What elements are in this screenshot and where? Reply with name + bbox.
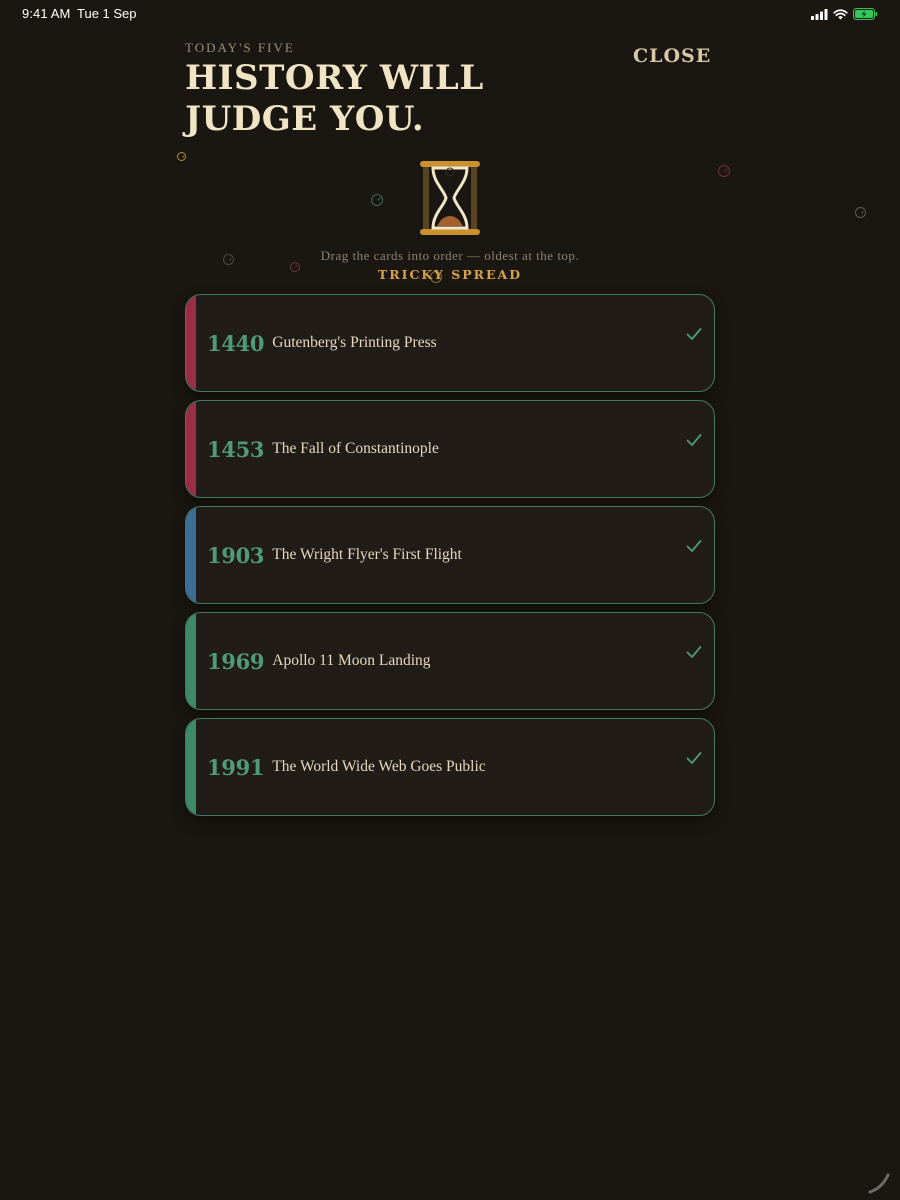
card-stripe — [186, 401, 196, 497]
status-date: Tue 1 Sep — [77, 6, 137, 21]
hourglass-icon — [420, 161, 480, 235]
card-title: The World Wide Web Goes Public — [272, 758, 486, 775]
card-year: 1991 — [207, 754, 265, 780]
check-icon — [686, 434, 702, 446]
status-time: 9:41 AM — [22, 6, 71, 21]
card-year: 1969 — [207, 648, 265, 674]
wifi-icon — [833, 8, 848, 19]
event-card[interactable]: 1453 The Fall of Constantinople — [185, 400, 715, 498]
clock-decoration-icon — [177, 152, 186, 161]
clock-decoration-icon — [371, 194, 383, 206]
eyebrow-label: TODAY'S FIVE — [185, 40, 295, 55]
difficulty-label: TRICKY SPREAD — [377, 267, 523, 282]
event-card[interactable]: 1991 The World Wide Web Goes Public — [185, 718, 715, 816]
card-stripe — [186, 507, 196, 603]
corner-indicator-icon — [868, 1173, 890, 1194]
card-title: The Wright Flyer's First Flight — [272, 546, 462, 563]
card-content: 1969 Apollo 11 Moon Landing — [207, 613, 664, 709]
card-title: The Fall of Constantinople — [272, 440, 439, 457]
event-card[interactable]: 1969 Apollo 11 Moon Landing — [185, 612, 715, 710]
instructions-text: Drag the cards into order — oldest at th… — [320, 248, 580, 263]
check-icon — [686, 646, 702, 658]
event-card[interactable]: 1440 Gutenberg's Printing Press — [185, 294, 715, 392]
card-title: Gutenberg's Printing Press — [272, 334, 437, 351]
card-content: 1991 The World Wide Web Goes Public — [207, 719, 664, 815]
close-button[interactable]: CLOSE — [633, 45, 711, 67]
check-icon — [686, 540, 702, 552]
battery-charging-icon — [853, 8, 878, 20]
card-stripe — [186, 613, 196, 709]
clock-decoration-icon — [855, 207, 866, 218]
card-year: 1440 — [207, 330, 265, 356]
card-year: 1903 — [207, 542, 265, 568]
card-title: Apollo 11 Moon Landing — [272, 652, 431, 669]
status-bar: 9:41 AM Tue 1 Sep — [0, 0, 900, 28]
card-content: 1440 Gutenberg's Printing Press — [207, 295, 664, 391]
check-icon — [686, 328, 702, 340]
card-stripe — [186, 295, 196, 391]
clock-decoration-icon — [718, 165, 730, 177]
cellular-signal-icon — [811, 8, 828, 20]
check-icon — [686, 752, 702, 764]
card-list: 1440 Gutenberg's Printing Press 1453 The… — [185, 294, 715, 824]
page-title: HISTORY WILL JUDGE YOU. — [185, 58, 484, 139]
card-content: 1453 The Fall of Constantinople — [207, 401, 664, 497]
card-stripe — [186, 719, 196, 815]
status-icons — [811, 7, 878, 21]
event-card[interactable]: 1903 The Wright Flyer's First Flight — [185, 506, 715, 604]
card-year: 1453 — [207, 436, 265, 462]
card-content: 1903 The Wright Flyer's First Flight — [207, 507, 664, 603]
